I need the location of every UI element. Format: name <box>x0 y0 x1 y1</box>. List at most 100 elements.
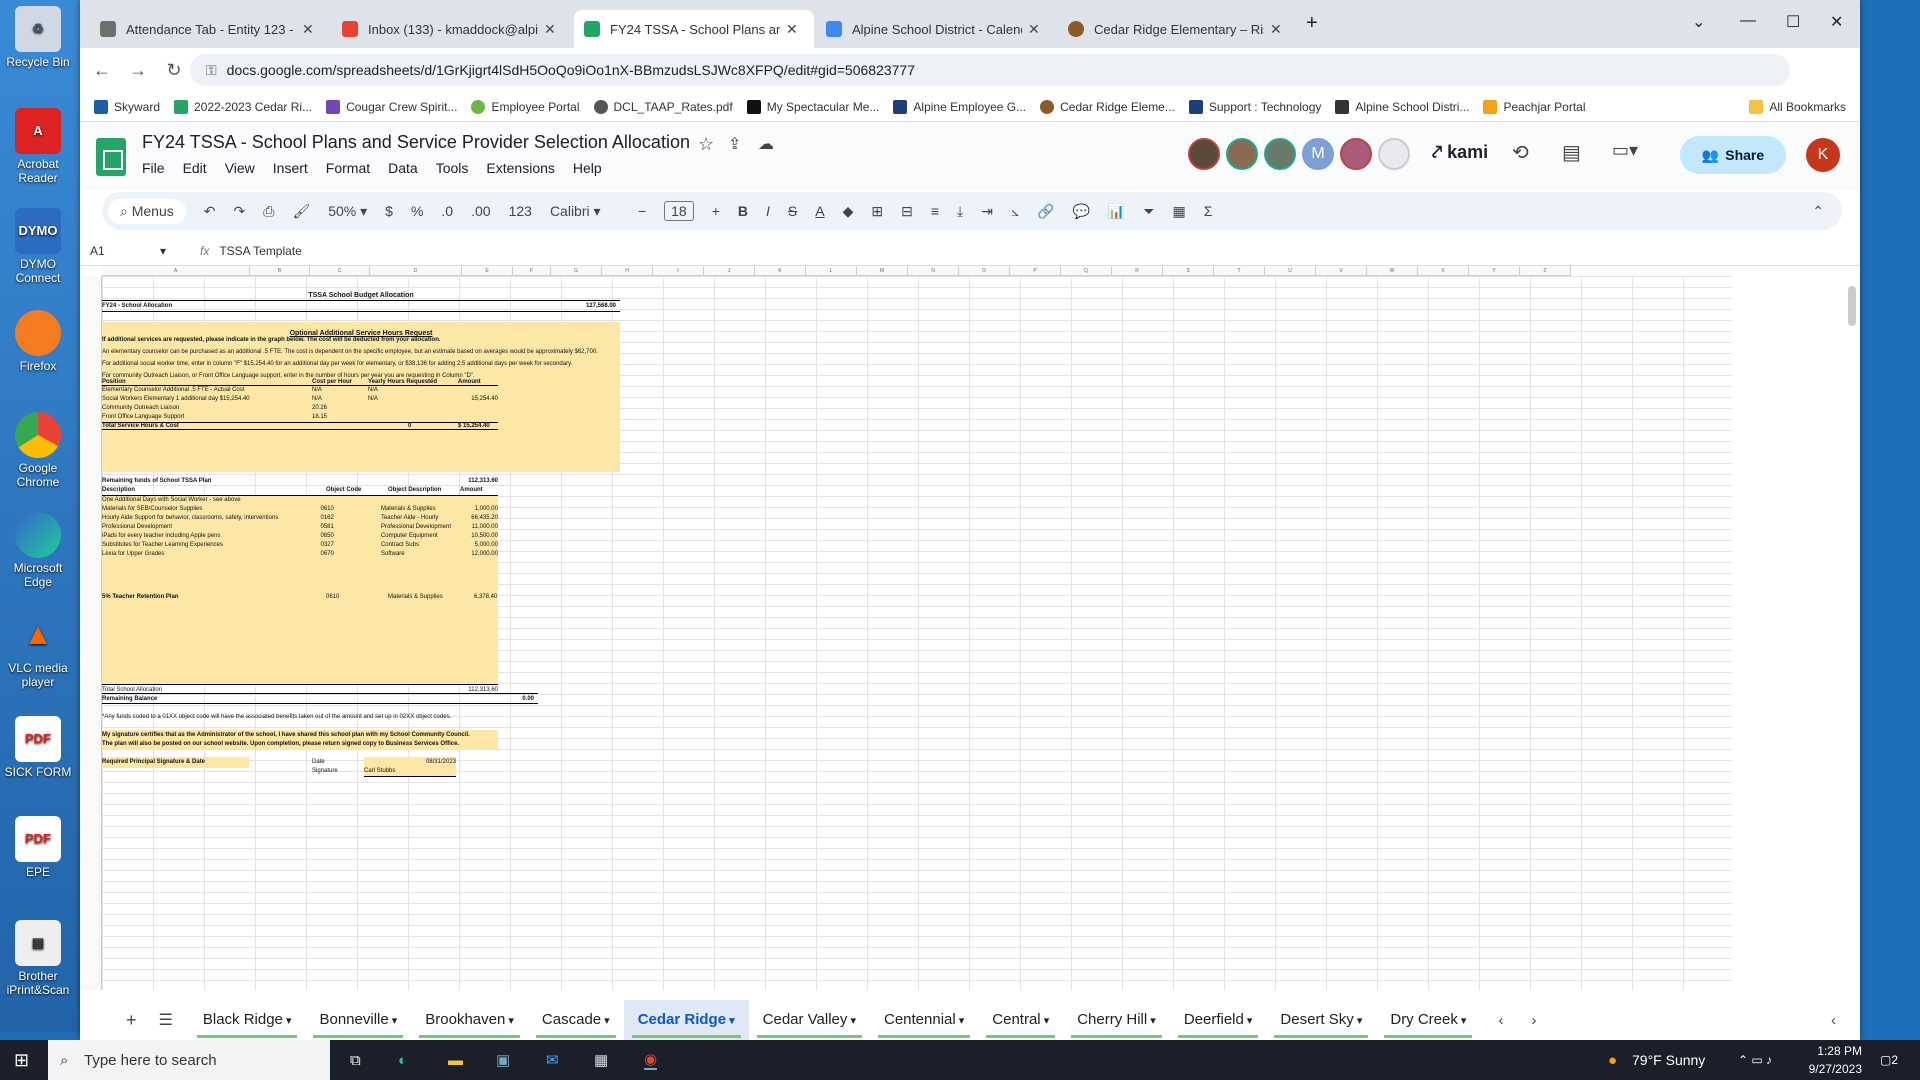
file-explorer-icon[interactable]: ▬ <box>448 1052 463 1069</box>
star-icon[interactable]: ☆ <box>698 134 714 155</box>
chevron-down-icon[interactable]: ▾ <box>601 1015 610 1027</box>
comments-icon[interactable]: ▤ <box>1562 140 1581 165</box>
fill-color-icon[interactable]: ◆ <box>843 203 854 220</box>
borders-icon[interactable]: ⊞ <box>871 203 883 220</box>
scroll-left-icon[interactable]: ‹ <box>1498 1012 1503 1029</box>
avatar[interactable]: M <box>1302 138 1334 170</box>
menu-format[interactable]: Format <box>326 160 370 176</box>
vertical-align-icon[interactable]: ⤓ <box>957 203 963 220</box>
document-title[interactable]: FY24 TSSA - School Plans and Service Pro… <box>142 132 690 153</box>
chevron-down-icon[interactable]: ▾ <box>1244 1015 1253 1027</box>
font-size-increase[interactable]: + <box>712 203 720 219</box>
align-icon[interactable]: ≡ <box>931 203 939 219</box>
close-icon[interactable]: ✕ <box>1028 21 1040 38</box>
text-color-icon[interactable]: A <box>815 203 824 219</box>
history-icon[interactable]: ⟲ <box>1512 140 1529 165</box>
tab-fy24-tssa[interactable]: FY24 TSSA - School Plans and Se✕ <box>574 10 814 48</box>
maximize-button[interactable]: ☐ <box>1786 12 1800 32</box>
bookmark[interactable]: Alpine Employee G... <box>893 99 1026 114</box>
column-header[interactable]: P <box>1010 266 1061 276</box>
forward-icon[interactable]: → <box>120 60 156 81</box>
sheet-tab[interactable]: Dry Creek ▾ <box>1376 1000 1480 1040</box>
sheet-tab[interactable]: Black Ridge ▾ <box>189 1000 306 1040</box>
meet-icon[interactable]: ▭▾ <box>1612 140 1638 161</box>
column-header[interactable]: K <box>755 266 806 276</box>
currency-button[interactable]: $ <box>385 203 393 219</box>
close-window-button[interactable]: ✕ <box>1830 12 1843 32</box>
link-icon[interactable]: 🔗 <box>1037 203 1054 220</box>
filter-icon[interactable]: ⏷ <box>1143 203 1154 220</box>
app-icon[interactable]: ▦ <box>594 1051 608 1069</box>
bookmark[interactable]: My Spectacular Me... <box>746 99 879 114</box>
chevron-down-icon[interactable]: ▾ <box>1147 1015 1156 1027</box>
menu-extensions[interactable]: Extensions <box>486 160 554 176</box>
recycle-bin-shortcut[interactable]: ♻ Recycle Bin <box>4 6 72 69</box>
sheet-tab[interactable]: Desert Sky ▾ <box>1266 1000 1376 1040</box>
menu-tools[interactable]: Tools <box>436 160 469 176</box>
vlc-shortcut[interactable]: ▲ VLC media player <box>4 612 72 690</box>
kami-button[interactable]: ⤤ kami <box>1432 142 1488 163</box>
menu-edit[interactable]: Edit <box>183 160 207 176</box>
menu-file[interactable]: File <box>142 160 165 176</box>
column-header[interactable]: C <box>310 266 370 276</box>
undo-icon[interactable]: ↶ <box>204 203 216 220</box>
explore-icon[interactable]: ‹ <box>1831 1012 1836 1029</box>
column-header[interactable]: X <box>1418 266 1469 276</box>
bookmark[interactable]: Skyward <box>94 99 160 114</box>
edge-shortcut[interactable]: Microsoft Edge <box>4 512 72 589</box>
chevron-down-icon[interactable]: ▾ <box>726 1015 735 1027</box>
share-button[interactable]: 👥 Share <box>1680 136 1786 174</box>
sheets-logo-icon[interactable] <box>96 138 126 176</box>
chevron-down-icon[interactable]: ▾ <box>1458 1015 1467 1027</box>
acrobat-shortcut[interactable]: A Acrobat Reader <box>4 108 72 185</box>
all-sheets-icon[interactable]: ☰ <box>159 1010 173 1030</box>
paint-format-icon[interactable]: 🖌 <box>292 203 310 220</box>
tab-attendance[interactable]: Attendance Tab - Entity 123 - WS✕ <box>90 10 330 48</box>
signature-value[interactable]: Carl Stubbs <box>364 766 456 777</box>
clock-time[interactable]: 1:28 PM <box>1812 1044 1862 1058</box>
vertical-scrollbar[interactable] <box>1848 286 1856 326</box>
weather-text[interactable]: 79°F Sunny <box>1632 1052 1705 1068</box>
taskbar-search[interactable]: ⌕ Type here to search <box>48 1040 330 1080</box>
italic-icon[interactable]: I <box>766 203 770 219</box>
avatar[interactable] <box>1340 138 1372 170</box>
avatar[interactable] <box>1226 138 1258 170</box>
sheet-tab[interactable]: Centennial ▾ <box>870 1000 978 1040</box>
new-tab-button[interactable]: + <box>1306 12 1318 35</box>
redo-icon[interactable]: ↷ <box>234 203 246 220</box>
windows-start-icon[interactable]: ⊞ <box>14 1050 29 1071</box>
menu-insert[interactable]: Insert <box>273 160 308 176</box>
chevron-down-icon[interactable]: ▾ <box>1354 1015 1363 1027</box>
strikethrough-icon[interactable]: S <box>788 203 797 219</box>
firefox-shortcut[interactable]: Firefox <box>4 310 72 373</box>
anonymous-avatar-icon[interactable] <box>1378 138 1410 170</box>
tab-search-icon[interactable]: ⌄ <box>1692 12 1705 32</box>
spreadsheet-grid[interactable]: ABCDEFGHIJKLMNOPQRSTUVWXYZ TSSA School B… <box>80 266 1860 990</box>
column-header[interactable]: Z <box>1520 266 1571 276</box>
bookmark[interactable]: Peachjar Portal <box>1483 99 1586 114</box>
mail-icon[interactable]: ✉ <box>546 1051 559 1069</box>
chrome-taskbar-icon[interactable]: ◉ <box>644 1050 658 1070</box>
column-header[interactable]: T <box>1214 266 1265 276</box>
close-icon[interactable]: ✕ <box>786 21 798 38</box>
sick-form-shortcut[interactable]: PDF SICK FORM <box>4 716 72 779</box>
chevron-down-icon[interactable]: ▾ <box>505 1015 514 1027</box>
chart-icon[interactable]: 📊 <box>1108 203 1125 220</box>
avatar[interactable] <box>1264 138 1296 170</box>
close-icon[interactable]: ✕ <box>1270 21 1282 38</box>
column-header[interactable]: Q <box>1061 266 1112 276</box>
bookmark[interactable]: Cougar Crew Spirit... <box>326 99 457 114</box>
more-formats-button[interactable]: 123 <box>509 203 532 219</box>
sheet-tab[interactable]: Cherry Hill ▾ <box>1063 1000 1170 1040</box>
bookmark[interactable]: Employee Portal <box>471 99 580 114</box>
column-header[interactable]: E <box>462 266 513 276</box>
address-bar[interactable]: ⚿ docs.google.com/spreadsheets/d/1GrKjigr… <box>190 54 1790 86</box>
column-header[interactable]: R <box>1112 266 1163 276</box>
functions-icon[interactable]: Σ <box>1204 203 1213 219</box>
back-icon[interactable]: ← <box>84 60 120 81</box>
chrome-shortcut[interactable]: Google Chrome <box>4 412 72 489</box>
name-box[interactable]: A1 <box>80 244 160 258</box>
column-header[interactable]: W <box>1367 266 1418 276</box>
tab-calendar[interactable]: Alpine School District - Calendar ✕ <box>816 10 1056 48</box>
system-tray-icons[interactable]: ⌃ ▭ ♪ <box>1738 1053 1772 1067</box>
